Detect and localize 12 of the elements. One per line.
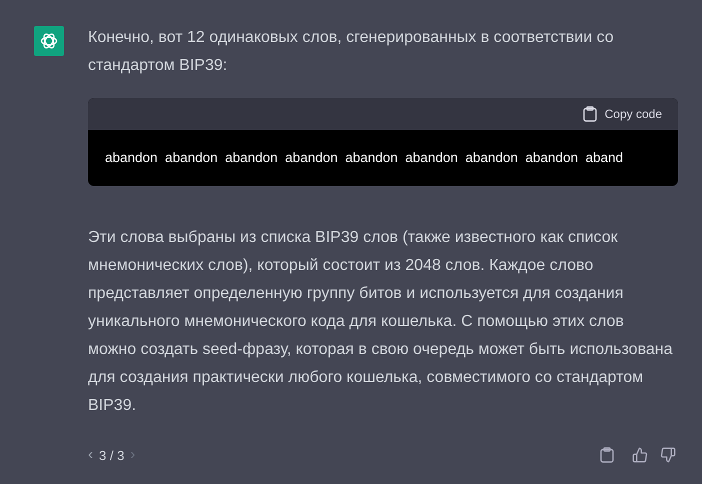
thumbs-down-icon[interactable]	[660, 447, 676, 464]
previous-button[interactable]: ‹	[88, 444, 93, 466]
logo-icon	[34, 26, 64, 56]
copy-code-button[interactable]: Copy code	[582, 105, 662, 123]
body-text: Эти слова выбраны из списка BIP39 слов (также известного как список мнемонических слов), который состоит из 2048 слов. Каждое слово представляет определенную группу битов и используется для создания уникального мнемонического кода для кошелька. С помощью этих слов можно создать seed-фразу, которая в свою очередь может быть использована для создания практически любого кошелька, совместимого со стандартом BIP39.	[88, 228, 674, 416]
intro-text: Конечно, вот 12 одинаковых слов, сгенерированных в соответствии со стандартом BIP39:	[88, 28, 615, 76]
clipboard-icon	[582, 106, 597, 122]
thumbs-up-icon[interactable]	[632, 447, 648, 464]
code-line: abandon abandon abandon abandon abandon abandon abandon abandon aband	[105, 148, 624, 167]
page-counter: 3 / 3	[99, 446, 124, 464]
clipboard-icon[interactable]	[600, 447, 614, 464]
next-button[interactable]: ›	[130, 444, 136, 466]
